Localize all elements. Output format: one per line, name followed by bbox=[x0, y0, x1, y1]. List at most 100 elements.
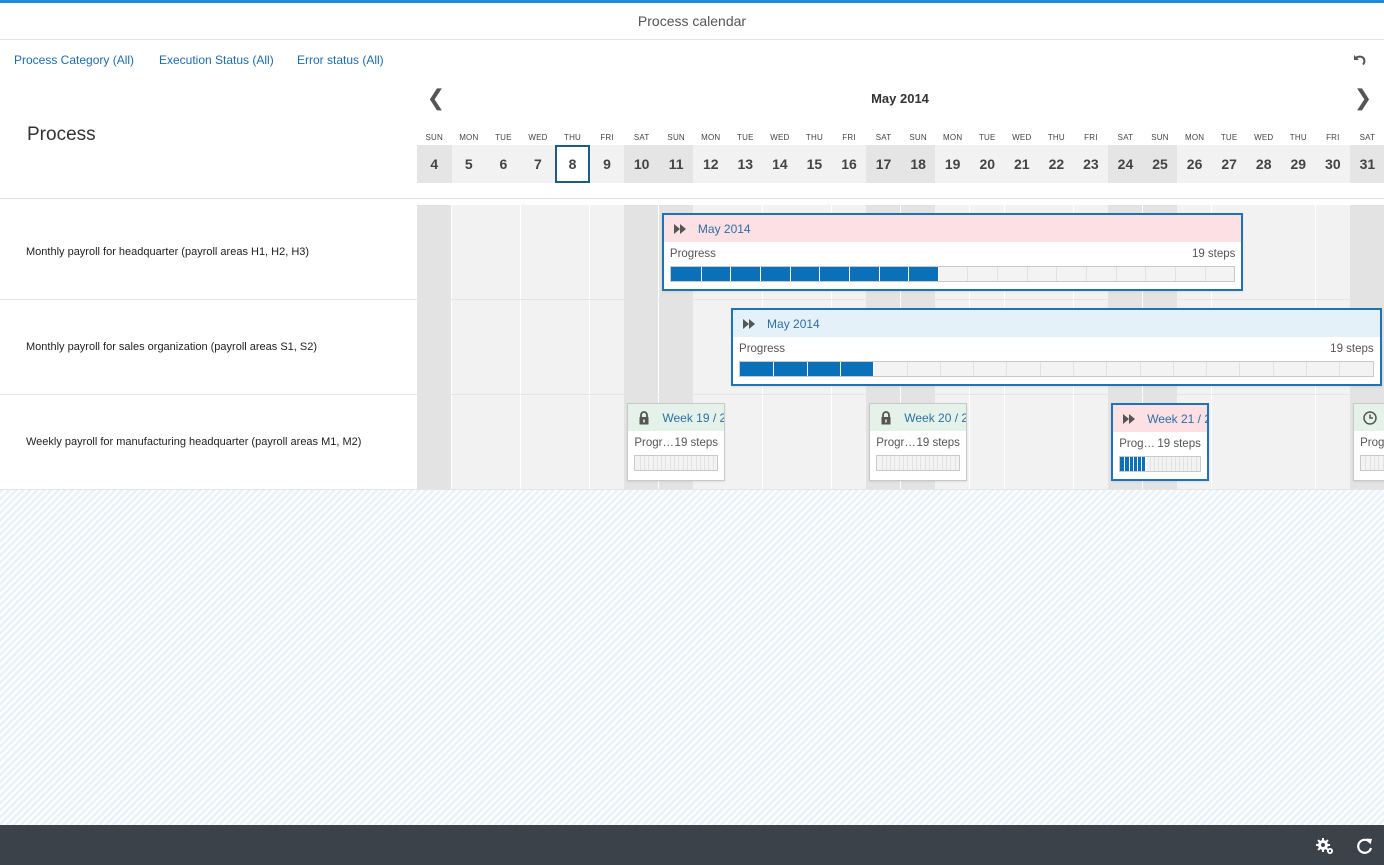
process-label[interactable]: Monthly payroll for sales organization (… bbox=[26, 300, 406, 394]
day-cell bbox=[520, 395, 556, 489]
day-cell bbox=[728, 395, 763, 489]
gear-icon[interactable] bbox=[1315, 836, 1335, 856]
day-cell bbox=[1004, 395, 1040, 489]
day-number[interactable]: 20 bbox=[969, 145, 1005, 183]
progress-step-divider bbox=[700, 267, 702, 281]
day-number[interactable]: 31 bbox=[1350, 145, 1384, 183]
progress-step-divider bbox=[648, 456, 650, 470]
app-title-bar: Process calendar bbox=[0, 3, 1384, 40]
day-number[interactable]: 12 bbox=[693, 145, 729, 183]
fast-forward-icon bbox=[741, 316, 757, 332]
progress-step-divider bbox=[712, 456, 714, 470]
day-number[interactable]: 30 bbox=[1315, 145, 1351, 183]
run-progress-row: Progress19 steps bbox=[870, 431, 966, 455]
steps-count: 19 steps bbox=[1191, 248, 1236, 260]
day-number[interactable]: 16 bbox=[831, 145, 867, 183]
run-card-header: Week 20 / 2014 bbox=[870, 404, 966, 431]
day-cell bbox=[1039, 395, 1074, 489]
undo-icon[interactable] bbox=[1350, 51, 1368, 69]
progress-step-divider bbox=[924, 456, 926, 470]
process-run-card[interactable]: Week 20 / 2014 Progress19 steps bbox=[869, 403, 967, 481]
progress-step-divider bbox=[1124, 457, 1126, 471]
day-cell bbox=[451, 395, 487, 489]
process-run-card[interactable]: Week 19 / 2014 Progress19 steps bbox=[627, 403, 726, 481]
day-cell bbox=[555, 205, 590, 299]
fast-forward-icon bbox=[672, 221, 688, 237]
day-number[interactable]: 5 bbox=[451, 145, 487, 183]
process-run-card[interactable]: Week 22 / 2014Progress19 steps bbox=[1353, 403, 1384, 481]
day-of-week-label: WED bbox=[1012, 133, 1032, 142]
day-number[interactable]: 24 bbox=[1108, 145, 1143, 183]
progress-step-divider bbox=[704, 456, 706, 470]
progress-step-divider bbox=[894, 456, 896, 470]
day-number[interactable]: 19 bbox=[935, 145, 970, 183]
day-number[interactable]: 22 bbox=[1039, 145, 1074, 183]
day-number-today[interactable]: 8 bbox=[555, 145, 590, 183]
progress-step-divider bbox=[903, 456, 905, 470]
filter-process-category[interactable]: Process Category (All) bbox=[14, 53, 134, 67]
filter-execution-status[interactable]: Execution Status (All) bbox=[159, 53, 274, 67]
process-run-card[interactable]: May 2014 Progress 19 steps bbox=[731, 308, 1382, 386]
filter-error-status[interactable]: Error status (All) bbox=[297, 53, 384, 67]
day-number[interactable]: 18 bbox=[900, 145, 936, 183]
progress-step-divider bbox=[950, 456, 952, 470]
progress-step-divider bbox=[686, 456, 688, 470]
day-number[interactable]: 23 bbox=[1073, 145, 1109, 183]
day-number[interactable]: 21 bbox=[1004, 145, 1040, 183]
day-number[interactable]: 14 bbox=[762, 145, 798, 183]
day-number[interactable]: 15 bbox=[797, 145, 832, 183]
progress-step-divider bbox=[1170, 457, 1172, 471]
day-number[interactable]: 28 bbox=[1246, 145, 1281, 183]
day-of-week-label: SAT bbox=[1117, 133, 1134, 142]
day-number[interactable]: 6 bbox=[486, 145, 521, 183]
process-run-card[interactable]: May 2014 Progress 19 steps bbox=[661, 213, 1244, 291]
steps-count: 19 steps bbox=[674, 437, 719, 449]
chevron-left-icon[interactable]: ❮ bbox=[424, 85, 448, 110]
process-label[interactable]: Monthly payroll for headquarter (payroll… bbox=[26, 205, 406, 299]
day-number[interactable]: 26 bbox=[1177, 145, 1212, 183]
empty-area bbox=[0, 490, 1384, 825]
day-cell bbox=[1246, 395, 1281, 489]
progress-step-divider bbox=[1339, 362, 1341, 376]
day-number[interactable]: 27 bbox=[1211, 145, 1247, 183]
progress-step-divider bbox=[1206, 362, 1208, 376]
day-cell bbox=[624, 300, 659, 394]
day-cell bbox=[969, 395, 1005, 489]
run-title: Week 21 / 2014 bbox=[1147, 411, 1207, 426]
progress-step-divider bbox=[1306, 362, 1308, 376]
progress-step-divider bbox=[885, 456, 887, 470]
progress-step-divider bbox=[1382, 456, 1384, 470]
progress-step-divider bbox=[1187, 457, 1189, 471]
run-progress-row: Progress19 steps bbox=[1113, 432, 1207, 456]
progress-step-divider bbox=[1056, 267, 1058, 281]
steps-count: 19 steps bbox=[916, 437, 960, 449]
day-number[interactable]: 25 bbox=[1142, 145, 1178, 183]
day-number[interactable]: 10 bbox=[624, 145, 659, 183]
header-divider bbox=[0, 198, 1384, 199]
progress-step-divider bbox=[665, 456, 667, 470]
progress-step-divider bbox=[939, 362, 941, 376]
day-number[interactable]: 7 bbox=[520, 145, 556, 183]
day-number[interactable]: 4 bbox=[417, 145, 452, 183]
progress-step-divider bbox=[898, 456, 900, 470]
process-label[interactable]: Weekly payroll for manufacturing headqua… bbox=[26, 395, 406, 489]
day-number[interactable]: 13 bbox=[728, 145, 763, 183]
progress-step-divider bbox=[682, 456, 684, 470]
process-run-card[interactable]: Week 21 / 2014 Progress19 steps bbox=[1111, 403, 1209, 481]
refresh-icon[interactable] bbox=[1355, 836, 1375, 856]
day-of-week-label: FRI bbox=[1326, 133, 1340, 142]
progress-step-divider bbox=[674, 456, 676, 470]
day-number[interactable]: 9 bbox=[589, 145, 625, 183]
chevron-right-icon[interactable]: ❯ bbox=[1351, 85, 1375, 110]
day-number[interactable]: 29 bbox=[1281, 145, 1316, 183]
process-rows: Monthly payroll for headquarter (payroll… bbox=[0, 205, 1384, 490]
day-number[interactable]: 11 bbox=[658, 145, 694, 183]
run-card-header: Week 22 / 2014 bbox=[1354, 404, 1384, 431]
process-row: Weekly payroll for manufacturing headqua… bbox=[0, 395, 1384, 490]
progress-step-divider bbox=[1136, 457, 1138, 471]
day-cell bbox=[417, 300, 452, 394]
day-of-week-label: TUE bbox=[1220, 133, 1238, 142]
app-title: Process calendar bbox=[637, 13, 747, 29]
day-number[interactable]: 17 bbox=[866, 145, 901, 183]
progress-step-divider bbox=[1106, 362, 1108, 376]
